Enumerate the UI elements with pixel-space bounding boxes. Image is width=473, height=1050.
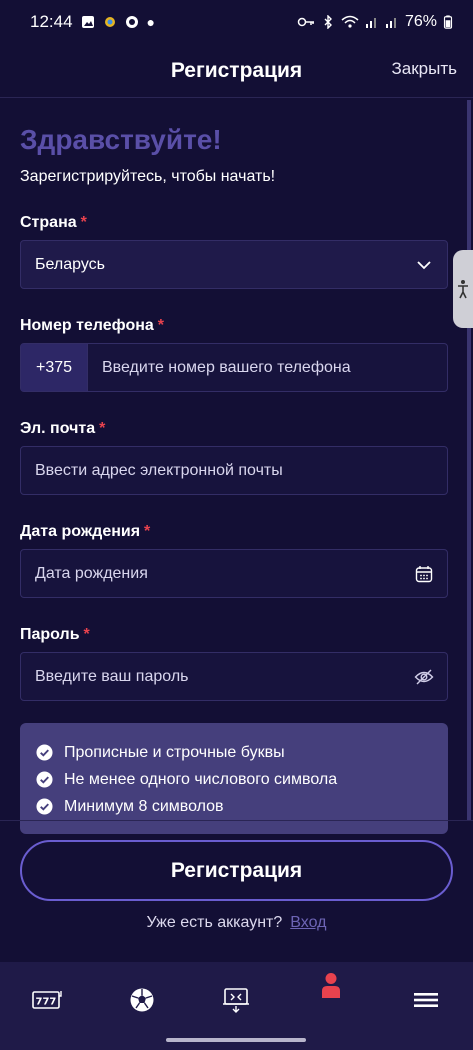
notification-dot-icon: ● <box>146 14 156 30</box>
country-value: Беларусь <box>35 255 105 273</box>
status-time: 12:44 <box>30 12 73 31</box>
password-rule-text: Прописные и строчные буквы <box>64 743 285 761</box>
calendar-icon[interactable] <box>413 563 435 585</box>
login-prompt: Уже есть аккаунт? <box>146 914 283 931</box>
birthdate-label: Дата рождения * <box>20 523 448 541</box>
battery-icon <box>443 15 453 29</box>
nav-live[interactable] <box>216 984 256 1016</box>
required-mark: * <box>157 317 165 334</box>
password-rule-text: Не менее одного числового символа <box>64 770 338 788</box>
country-label: Страна * <box>20 214 448 232</box>
close-button[interactable]: Закрыть <box>392 59 457 79</box>
key-icon <box>297 17 314 27</box>
password-field[interactable]: Введите ваш пароль <box>20 652 448 701</box>
wifi-icon <box>341 15 359 28</box>
login-prompt-row: Уже есть аккаунт? Вход <box>0 914 473 932</box>
password-rule-text: Минимум 8 символов <box>64 797 224 815</box>
soccer-ball-icon <box>130 988 154 1012</box>
chevron-down-icon <box>413 254 435 276</box>
registration-form: Здравствуйте! Зарегистрируйтесь, чтобы н… <box>20 98 448 834</box>
bluetooth-icon <box>324 15 332 29</box>
gallery-icon <box>81 16 94 28</box>
email-input[interactable]: Ввести адрес электронной почты <box>21 462 447 480</box>
password-label-text: Пароль <box>20 626 80 643</box>
password-rule: Не менее одного числового символа <box>36 766 432 793</box>
scrollbar[interactable] <box>467 100 471 820</box>
accessibility-tab[interactable] <box>453 250 473 328</box>
page-title: Регистрация <box>170 58 303 82</box>
login-link[interactable]: Вход <box>290 914 326 931</box>
divider <box>0 820 473 821</box>
phone-prefix[interactable]: +375 <box>21 344 88 391</box>
accessibility-icon <box>458 280 468 299</box>
birthdate-input[interactable]: Дата рождения <box>21 565 413 583</box>
check-circle-icon <box>36 798 53 815</box>
required-mark: * <box>83 626 90 643</box>
whatsapp-icon <box>125 16 138 28</box>
password-rule: Прописные и строчные буквы <box>36 739 432 766</box>
check-circle-icon <box>36 771 53 788</box>
country-select[interactable]: Беларусь <box>20 240 448 289</box>
required-mark: * <box>99 420 106 437</box>
bottom-nav: 777 <box>0 962 473 1050</box>
email-label: Эл. почта * <box>20 420 448 438</box>
nav-casino[interactable]: 777 <box>27 984 67 1016</box>
signal-2-icon <box>385 18 396 28</box>
subtitle: Зарегистрируйтесь, чтобы начать! <box>20 168 276 185</box>
email-field[interactable]: Ввести адрес электронной почты <box>20 446 448 495</box>
menu-icon <box>413 993 438 1007</box>
battery-percent: 76% <box>404 13 437 30</box>
greeting-heading: Здравствуйте! <box>20 124 222 155</box>
password-label: Пароль * <box>20 626 448 644</box>
signal-icon <box>365 18 376 28</box>
eye-off-icon[interactable] <box>413 666 435 688</box>
phone-field: +375 Введите номер вашего телефона <box>20 343 448 392</box>
nav-sports[interactable] <box>122 984 162 1016</box>
check-circle-icon <box>36 744 53 761</box>
phone-label-text: Номер телефона <box>20 317 154 334</box>
app-notification-icon <box>104 17 115 27</box>
phone-input[interactable]: Введите номер вашего телефона <box>88 359 447 377</box>
phone-label: Номер телефона * <box>20 317 448 335</box>
password-input[interactable]: Введите ваш пароль <box>21 668 413 686</box>
nav-profile[interactable] <box>311 973 351 998</box>
status-bar: 12:44 ● 76% <box>0 0 473 44</box>
slot-machine-icon: 777 <box>32 991 62 1009</box>
country-label-text: Страна <box>20 214 77 231</box>
birthdate-field[interactable]: Дата рождения <box>20 549 448 598</box>
password-requirements: Прописные и строчные буквы Не менее одно… <box>20 723 448 834</box>
nav-menu[interactable] <box>406 984 446 1016</box>
header: Регистрация Закрыть <box>0 44 473 98</box>
user-icon <box>322 973 341 998</box>
required-mark: * <box>144 523 151 540</box>
live-screen-icon <box>223 988 250 1013</box>
required-mark: * <box>80 214 87 231</box>
email-label-text: Эл. почта <box>20 420 96 437</box>
home-indicator[interactable] <box>166 1038 306 1042</box>
password-rule: Минимум 8 символов <box>36 793 432 820</box>
birthdate-label-text: Дата рождения <box>20 523 141 540</box>
svg-text:777: 777 <box>36 997 57 1008</box>
register-button[interactable]: Регистрация <box>20 840 453 901</box>
